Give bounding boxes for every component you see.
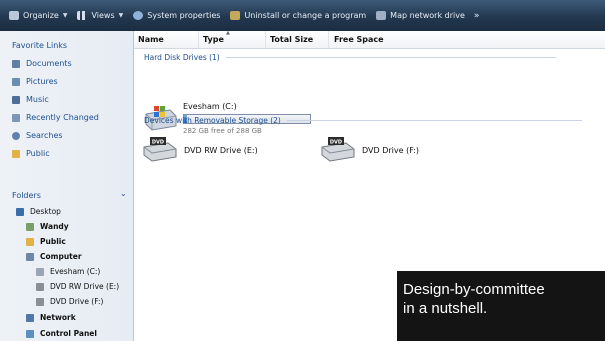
tree-item-network[interactable]: Network bbox=[26, 313, 76, 322]
sort-arrow-icon: ▲ bbox=[226, 30, 230, 36]
uninstall-program-label: Uninstall or change a program bbox=[244, 11, 367, 20]
drive-name: DVD RW Drive (E:) bbox=[184, 145, 258, 155]
drive-name: Evesham (C:) bbox=[183, 102, 237, 111]
system-properties-label: System properties bbox=[147, 11, 221, 20]
hard-drive-icon bbox=[36, 267, 44, 276]
map-network-drive-label: Map network drive bbox=[390, 11, 465, 20]
column-header-free-space[interactable]: Free Space bbox=[330, 31, 404, 48]
dropdown-arrow-icon: ▼ bbox=[62, 12, 68, 19]
group-divider bbox=[225, 57, 556, 58]
caption-line-2: in a nutshell. bbox=[403, 300, 488, 317]
favorite-link-label: Public bbox=[26, 149, 50, 158]
tree-item-drive-e[interactable]: DVD RW Drive (E:) bbox=[36, 282, 119, 291]
dvd-drive-icon: DVD bbox=[143, 137, 177, 162]
favorite-link-documents[interactable]: Documents bbox=[12, 59, 72, 68]
group-header-label: Devices with Removable Storage (2) bbox=[144, 116, 281, 125]
user-folder-icon bbox=[26, 222, 34, 231]
more-commands-button[interactable]: » bbox=[470, 11, 484, 21]
tree-item-label: DVD Drive (F:) bbox=[50, 297, 104, 306]
documents-icon bbox=[12, 59, 20, 68]
folder-icon bbox=[26, 237, 34, 246]
favorite-link-recently-changed[interactable]: Recently Changed bbox=[12, 113, 99, 122]
favorite-link-searches[interactable]: Searches bbox=[12, 131, 63, 140]
column-header-type[interactable]: Type bbox=[199, 31, 266, 48]
tree-item-label: Public bbox=[40, 237, 66, 246]
uninstall-program-button[interactable]: Uninstall or change a program bbox=[225, 0, 371, 31]
check-icon bbox=[133, 11, 144, 20]
programs-icon bbox=[230, 11, 241, 20]
organize-label: Organize bbox=[23, 11, 59, 20]
group-header-removable-storage[interactable]: Devices with Removable Storage (2) bbox=[144, 116, 582, 125]
tree-item-drive-c[interactable]: Evesham (C:) bbox=[36, 267, 100, 276]
column-header-type-label: Type bbox=[203, 35, 224, 44]
caption-box: Design-by-committee in a nutshell. bbox=[397, 271, 605, 341]
recently-changed-icon bbox=[12, 113, 20, 122]
drive-free-space-text: 282 GB free of 288 GB bbox=[183, 127, 262, 135]
tree-item-public[interactable]: Public bbox=[26, 237, 66, 246]
search-icon bbox=[12, 131, 20, 140]
computer-icon bbox=[26, 252, 34, 261]
favorite-link-public[interactable]: Public bbox=[12, 149, 50, 158]
favorite-link-label: Recently Changed bbox=[26, 113, 99, 122]
caption-line-1: Design-by-committee bbox=[403, 281, 545, 298]
tree-item-label: Evesham (C:) bbox=[50, 267, 101, 276]
drive-item-e[interactable]: DVD DVD RW Drive (E:) bbox=[142, 135, 258, 165]
control-panel-icon bbox=[26, 329, 34, 338]
dvd-badge-text: DVD bbox=[152, 140, 164, 146]
dvd-drive-icon bbox=[36, 297, 44, 306]
dvd-drive-icon: DVD bbox=[321, 137, 355, 162]
organize-icon bbox=[9, 11, 19, 20]
drive-item-f[interactable]: DVD DVD Drive (F:) bbox=[320, 135, 419, 165]
views-button[interactable]: Views ▼ bbox=[72, 0, 128, 31]
network-drive-icon bbox=[376, 11, 387, 20]
group-header-label: Hard Disk Drives (1) bbox=[144, 53, 220, 62]
column-headers: Name Type ▲ Total Size Free Space bbox=[134, 30, 605, 49]
tree-item-label: Computer bbox=[40, 252, 82, 261]
column-header-total-size[interactable]: Total Size bbox=[266, 31, 329, 48]
favorite-link-label: Pictures bbox=[26, 77, 58, 86]
favorite-links-header: Favorite Links bbox=[12, 41, 68, 50]
tree-item-desktop[interactable]: Desktop bbox=[16, 207, 61, 216]
dropdown-arrow-icon: ▼ bbox=[118, 12, 124, 19]
tree-item-control-panel[interactable]: Control Panel bbox=[26, 329, 97, 338]
tree-item-user[interactable]: Wandy bbox=[26, 222, 69, 231]
command-bar: Organize ▼ Views ▼ System properties Uni… bbox=[0, 0, 605, 32]
favorite-link-label: Documents bbox=[26, 59, 72, 68]
caption-text: Design-by-committee in a nutshell. bbox=[403, 280, 603, 318]
network-icon bbox=[26, 313, 34, 322]
folder-icon bbox=[12, 149, 20, 158]
group-header-hard-disk-drives[interactable]: Hard Disk Drives (1) bbox=[144, 53, 556, 62]
organize-button[interactable]: Organize ▼ bbox=[0, 0, 72, 31]
drive-name: DVD Drive (F:) bbox=[362, 145, 419, 155]
tree-item-label: DVD RW Drive (E:) bbox=[50, 282, 120, 291]
column-header-name[interactable]: Name bbox=[134, 31, 199, 48]
tree-item-computer[interactable]: Computer bbox=[26, 252, 82, 261]
music-icon bbox=[12, 95, 20, 104]
group-divider bbox=[286, 120, 582, 121]
views-icon bbox=[77, 11, 88, 20]
chevron-down-icon[interactable]: ⌄ bbox=[120, 189, 127, 198]
system-properties-button[interactable]: System properties bbox=[128, 0, 225, 31]
favorite-link-pictures[interactable]: Pictures bbox=[12, 77, 58, 86]
favorite-link-label: Searches bbox=[26, 131, 63, 140]
favorite-link-music[interactable]: Music bbox=[12, 95, 49, 104]
folders-header[interactable]: Folders bbox=[12, 191, 41, 200]
pictures-icon bbox=[12, 77, 20, 86]
tree-item-drive-f[interactable]: DVD Drive (F:) bbox=[36, 297, 103, 306]
views-label: Views bbox=[91, 11, 115, 20]
tree-item-label: Desktop bbox=[30, 207, 61, 216]
desktop-icon bbox=[16, 207, 24, 216]
tree-item-label: Wandy bbox=[40, 222, 69, 231]
navigation-pane: Favorite Links Documents Pictures Music … bbox=[0, 31, 134, 341]
dvd-badge-text: DVD bbox=[330, 140, 342, 146]
map-network-drive-button[interactable]: Map network drive bbox=[371, 0, 470, 31]
dvd-drive-icon bbox=[36, 282, 44, 291]
favorite-link-label: Music bbox=[26, 95, 49, 104]
tree-item-label: Control Panel bbox=[40, 329, 97, 338]
tree-item-label: Network bbox=[40, 313, 76, 322]
